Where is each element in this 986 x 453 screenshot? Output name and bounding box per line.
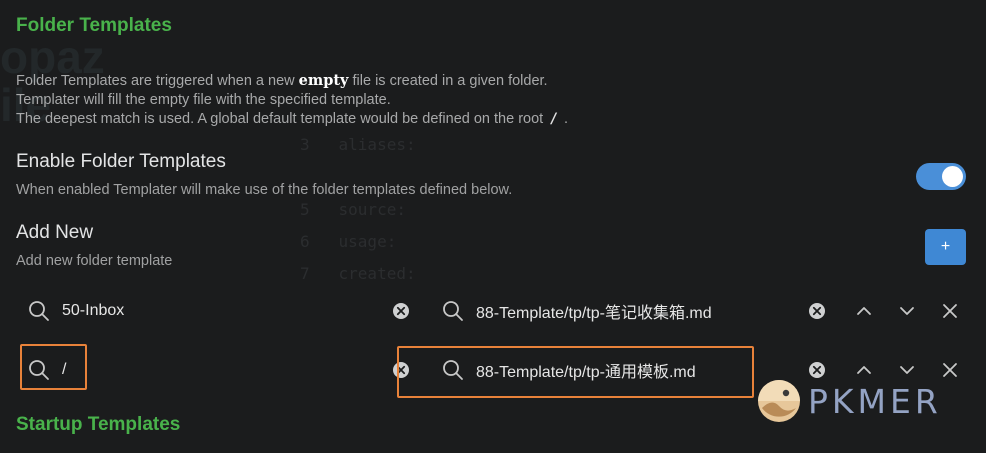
template-search-input[interactable]: 88-Template/tp/tp-笔记收集箱.md bbox=[436, 293, 796, 329]
folder-templates-description-line-2: Templater will fill the empty file with … bbox=[16, 92, 391, 108]
folder-templates-heading: Folder Templates bbox=[16, 15, 172, 36]
description-text: The deepest match is used. A global defa… bbox=[16, 111, 544, 127]
highlight-template-default bbox=[397, 346, 754, 398]
root-path-code: / bbox=[549, 111, 558, 127]
search-icon bbox=[443, 301, 463, 321]
toggle-knob bbox=[942, 166, 963, 187]
folder-templates-settings: Folder Templates Folder Templates are tr… bbox=[0, 0, 986, 453]
description-emphasis: empty bbox=[298, 72, 349, 89]
folder-templates-description-line-3: The deepest match is used. A global defa… bbox=[16, 111, 568, 127]
folder-templates-description-line-1: Folder Templates are triggered when a ne… bbox=[16, 72, 548, 89]
clear-folder-icon[interactable] bbox=[392, 302, 410, 320]
search-icon bbox=[29, 301, 49, 321]
move-up-icon[interactable] bbox=[855, 302, 873, 320]
pkmer-logo: PKMER bbox=[756, 375, 966, 427]
description-text: file is created in a given folder. bbox=[348, 73, 548, 89]
add-new-title: Add New bbox=[16, 222, 94, 243]
clear-template-icon[interactable] bbox=[808, 302, 826, 320]
enable-folder-templates-title: Enable Folder Templates bbox=[16, 151, 226, 172]
folder-search-value: 50-Inbox bbox=[62, 302, 125, 319]
pkmer-logo-icon bbox=[758, 380, 800, 422]
highlight-folder-root bbox=[20, 344, 87, 390]
add-folder-template-button[interactable]: + bbox=[925, 229, 966, 265]
add-new-description: Add new folder template bbox=[16, 253, 173, 269]
move-down-icon[interactable] bbox=[898, 302, 916, 320]
enable-folder-templates-toggle[interactable] bbox=[916, 163, 966, 190]
template-search-value: 88-Template/tp/tp-笔记收集箱.md bbox=[476, 305, 712, 322]
startup-templates-heading: Startup Templates bbox=[16, 414, 181, 435]
folder-search-input[interactable]: 50-Inbox bbox=[22, 293, 392, 329]
description-text: Folder Templates are triggered when a ne… bbox=[16, 73, 299, 89]
pkmer-logo-text: PKMER bbox=[808, 381, 942, 421]
enable-folder-templates-description: When enabled Templater will make use of … bbox=[16, 182, 513, 198]
delete-row-icon[interactable] bbox=[941, 302, 959, 320]
description-text: . bbox=[563, 111, 568, 127]
